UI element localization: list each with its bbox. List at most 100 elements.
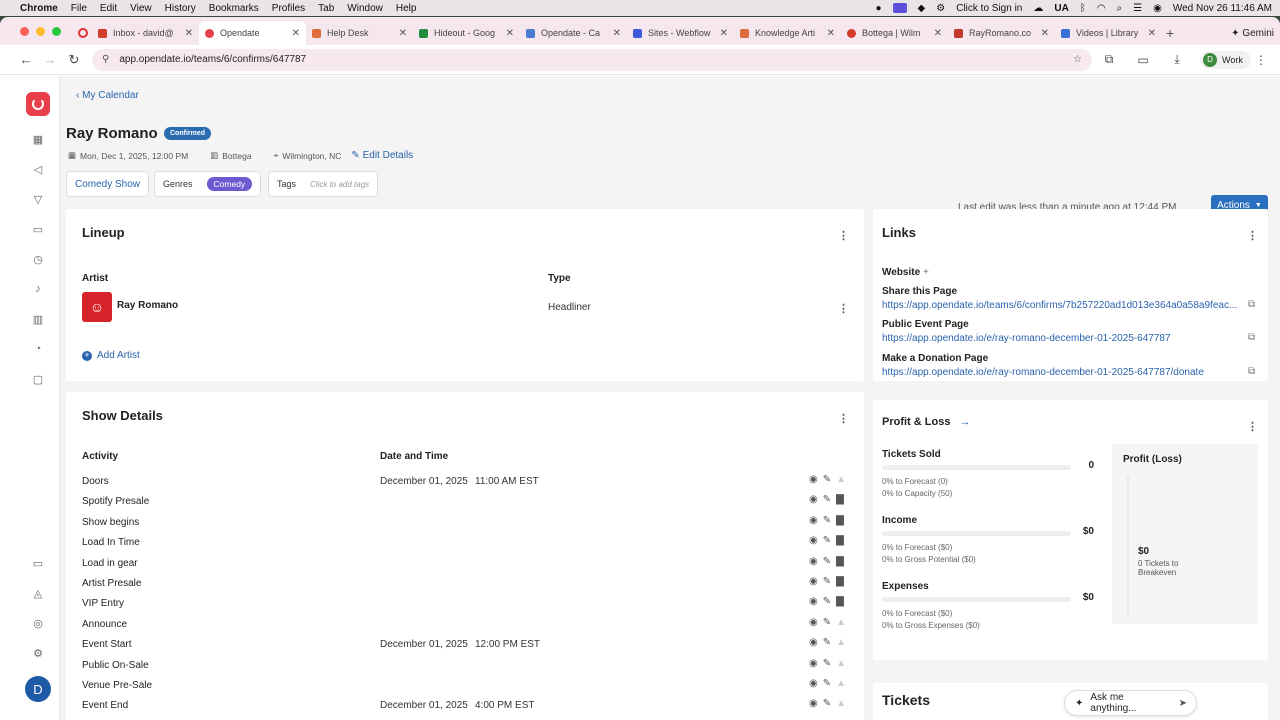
browser-tab-active[interactable]: Opendate ✕ [199,21,306,45]
menu-tab[interactable]: Tab [318,3,334,14]
more-menu-icon[interactable]: ⋮ [1251,53,1271,67]
browser-tab[interactable]: Knowledge Arti ✕ [734,21,841,45]
genre-pill[interactable]: Comedy [206,177,253,191]
close-icon[interactable]: ✕ [720,28,728,39]
browser-tab[interactable]: Videos | Library ✕ [1055,21,1162,45]
help-icon[interactable]: ◎ [29,614,47,632]
menu-edit[interactable]: Edit [100,3,117,14]
browser-tab[interactable]: Sites - Webflow ✕ [627,21,734,45]
window-icon[interactable]: ▭ [29,554,47,572]
pencil-icon[interactable]: ✎ [823,474,831,485]
pinned-tab[interactable] [74,28,92,38]
minimize-window-icon[interactable] [36,26,45,36]
menu-history[interactable]: History [165,3,196,14]
profile-button[interactable]: D Work [1200,50,1251,69]
cloud-icon[interactable]: ☁ [1033,3,1043,14]
input-source[interactable]: UA [1054,3,1068,14]
sidepanel-icon[interactable]: ▭ [1126,53,1160,67]
pencil-icon[interactable]: ✎ [823,515,831,526]
close-icon[interactable]: ✕ [1041,28,1049,39]
user-avatar[interactable]: D [25,676,51,702]
eye-icon[interactable]: ◉ [809,556,818,567]
bookmark-star-icon[interactable]: ☆ [1073,54,1082,65]
pencil-icon[interactable]: ✎ [823,637,831,648]
clock[interactable]: Wed Nov 26 11:46 AM [1173,3,1272,14]
eye-icon[interactable]: ◉ [809,535,818,546]
profit-loss-title[interactable]: Profit & Loss → [882,416,971,428]
pencil-icon[interactable]: ✎ [823,556,831,567]
website-label[interactable]: Website + [882,267,929,278]
edit-details-button[interactable]: ✎ Edit Details [351,150,413,161]
browser-tab[interactable]: Bottega | Wilm ✕ [841,21,948,45]
trash-icon[interactable]: ▇ [836,535,844,546]
sign-in-label[interactable]: Click to Sign in [956,3,1022,14]
gear-icon[interactable]: ⚙ [29,644,47,662]
browser-tab[interactable]: Help Desk ✕ [306,21,413,45]
eye-icon[interactable]: ◉ [809,617,818,628]
wifi-icon[interactable]: ◠ [1097,3,1106,14]
close-icon[interactable]: ✕ [613,28,621,39]
shield-icon[interactable]: ◆ [918,3,926,14]
site-info-icon[interactable]: ⚲ [102,54,109,65]
arrow-right-icon[interactable]: → [960,416,971,428]
browser-tab[interactable]: Inbox - david@ ✕ [92,21,199,45]
eye-icon[interactable]: ◉ [809,474,818,485]
forward-arrow-icon[interactable]: → [38,52,62,67]
copy-icon[interactable]: ⧉ [1248,299,1255,310]
add-artist-button[interactable]: + Add Artist [82,350,140,361]
bank-icon[interactable]: ▥ [29,310,47,328]
eye-icon[interactable]: ◉ [809,678,818,689]
close-icon[interactable]: ✕ [292,28,300,39]
extensions-icon[interactable]: ⧉ [1092,52,1126,67]
eye-icon[interactable]: ◉ [809,576,818,587]
search-icon[interactable]: ⌕ [1117,3,1123,14]
trash-icon[interactable]: ▇ [836,494,844,505]
screen-record-icon[interactable] [892,3,907,13]
copy-icon[interactable]: ⧉ [1248,332,1255,343]
filter-icon[interactable]: ▽ [29,190,47,208]
microphone-icon[interactable]: ● [876,3,882,14]
ask-assistant-input[interactable]: ✦ Ask me anything... ➤ [1064,690,1197,716]
opendate-logo[interactable] [26,92,50,116]
genres-field[interactable]: Genres Comedy [154,171,262,197]
siri-icon[interactable]: ◉ [1153,3,1162,14]
kebab-menu-icon[interactable]: ⋮ [838,412,849,425]
pencil-icon[interactable]: ✎ [823,494,831,505]
close-icon[interactable]: ✕ [934,28,942,39]
sign-in-icon[interactable]: ⚙ [936,3,945,14]
close-icon[interactable]: ✕ [399,28,407,39]
copy-icon[interactable]: ⧉ [1248,366,1255,377]
download-icon[interactable]: ⤓ [1160,52,1194,67]
browser-tab[interactable]: Hideout - Goog ✕ [413,21,520,45]
send-icon[interactable]: ➤ [1179,698,1187,709]
eye-icon[interactable]: ◉ [809,515,818,526]
tags-field[interactable]: Tags Click to add tags [268,171,379,197]
close-icon[interactable]: ✕ [185,28,193,39]
back-link[interactable]: ‹ My Calendar [76,90,139,101]
menu-help[interactable]: Help [396,3,417,14]
reload-icon[interactable]: ↻ [62,52,86,68]
pencil-icon[interactable]: ✎ [823,535,831,546]
control-center-icon[interactable]: ☰ [1133,3,1142,14]
calendar-icon[interactable]: ▦ [29,130,47,148]
share-page-link[interactable]: https://app.opendate.io/teams/6/confirms… [882,300,1250,311]
close-icon[interactable]: ✕ [506,28,514,39]
bell-icon[interactable]: ◬ [29,584,47,602]
eye-icon[interactable]: ◉ [809,658,818,669]
kebab-menu-icon[interactable]: ⋮ [838,302,849,315]
trash-icon[interactable]: ▇ [836,515,844,526]
chat-icon[interactable]: ▢ [29,370,47,388]
trash-icon[interactable]: ▇ [836,556,844,567]
menu-bookmarks[interactable]: Bookmarks [209,3,259,14]
kebab-menu-icon[interactable]: ⋮ [1247,229,1258,242]
pencil-icon[interactable]: ✎ [823,596,831,607]
close-window-icon[interactable] [20,26,29,36]
microphone-icon[interactable]: ♪ [29,280,47,298]
browser-tab[interactable]: Opendate - Ca ✕ [520,21,627,45]
pencil-icon[interactable]: ✎ [823,617,831,628]
browser-tab[interactable]: RayRomano.co ✕ [948,21,1055,45]
donation-page-link[interactable]: https://app.opendate.io/e/ray-romano-dec… [882,367,1250,378]
kebab-menu-icon[interactable]: ⋮ [838,229,849,242]
url-bar[interactable]: ⚲ app.opendate.io/teams/6/confirms/64778… [92,48,1092,71]
eye-icon[interactable]: ◉ [809,494,818,505]
